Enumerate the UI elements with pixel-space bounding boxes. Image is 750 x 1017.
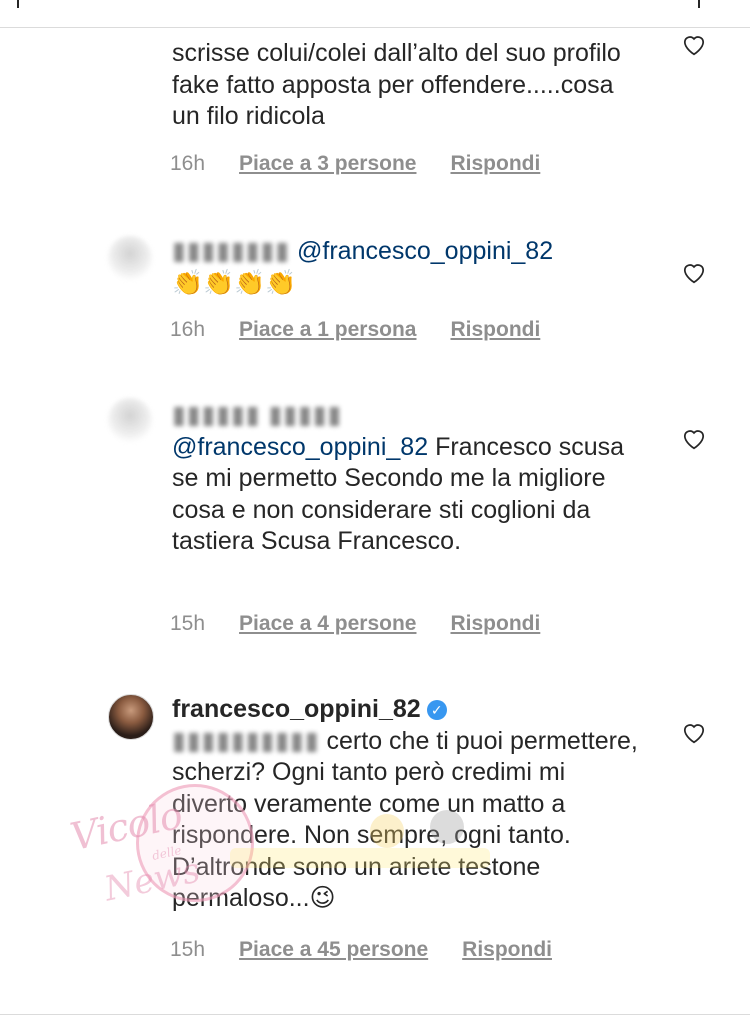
verified-badge-icon: ✓ [426, 700, 447, 720]
comment-meta: 16h Piace a 1 persona Rispondi [170, 318, 540, 342]
comment-meta: 15h Piace a 45 persone Rispondi [170, 938, 552, 962]
comment-time: 15h [170, 612, 206, 635]
comment-body: 👏👏👏👏 [172, 268, 297, 297]
comment-time: 16h [170, 152, 206, 175]
like-heart-icon[interactable] [681, 260, 707, 284]
top-divider [0, 27, 750, 28]
mention-link[interactable]: @francesco_oppini_82 [297, 237, 553, 265]
mention-redacted[interactable]: ▮▮▮▮▮▮▮▮▮▮ [172, 726, 320, 758]
reply-button[interactable]: Rispondi [450, 612, 540, 636]
avatar[interactable] [108, 236, 152, 280]
watermark-text: Vicolo [66, 792, 186, 860]
like-heart-icon[interactable] [681, 426, 707, 450]
comment-time: 15h [170, 938, 206, 961]
likes-link[interactable]: Piace a 3 persone [239, 152, 416, 176]
comment-time: 16h [170, 318, 206, 341]
like-heart-icon[interactable] [681, 32, 707, 56]
avatar[interactable] [108, 398, 152, 442]
comment-meta: 16h Piace a 3 persone Rispondi [170, 152, 540, 176]
like-heart-icon[interactable] [681, 720, 707, 744]
comment-text: scrisse colui/colei dall’alto del suo pr… [172, 38, 642, 133]
username-redacted[interactable]: ▮▮▮▮▮▮▮▮ [172, 236, 290, 268]
reply-button[interactable]: Rispondi [462, 938, 552, 962]
comment-text: francesco_oppini_82 ✓ ▮▮▮▮▮▮▮▮▮▮ certo ch… [172, 694, 642, 915]
username-redacted[interactable]: ▮▮▮▮▮▮ ▮▮▮▮▮ [172, 400, 342, 432]
reply-button[interactable]: Rispondi [450, 152, 540, 176]
likes-link[interactable]: Piace a 1 persona [239, 318, 416, 342]
bottom-divider [0, 1014, 750, 1015]
top-edge-mark [698, 0, 700, 8]
comment-body: scrisse colui/colei dall’alto del suo pr… [172, 39, 621, 130]
comment-text: ▮▮▮▮▮▮ ▮▮▮▮▮ @francesco_oppini_82 France… [172, 400, 642, 558]
likes-link[interactable]: Piace a 4 persone [239, 612, 416, 636]
avatar[interactable] [108, 694, 154, 740]
top-edge-mark [17, 0, 19, 8]
comment-meta: 15h Piace a 4 persone Rispondi [170, 612, 540, 636]
comment-text: ▮▮▮▮▮▮▮▮ @francesco_oppini_82 👏👏👏👏 [172, 236, 642, 299]
mention-link[interactable]: @francesco_oppini_82 [172, 433, 428, 461]
reply-button[interactable]: Rispondi [450, 318, 540, 342]
username-link[interactable]: francesco_oppini_82 [172, 695, 421, 723]
likes-link[interactable]: Piace a 45 persone [239, 938, 428, 962]
